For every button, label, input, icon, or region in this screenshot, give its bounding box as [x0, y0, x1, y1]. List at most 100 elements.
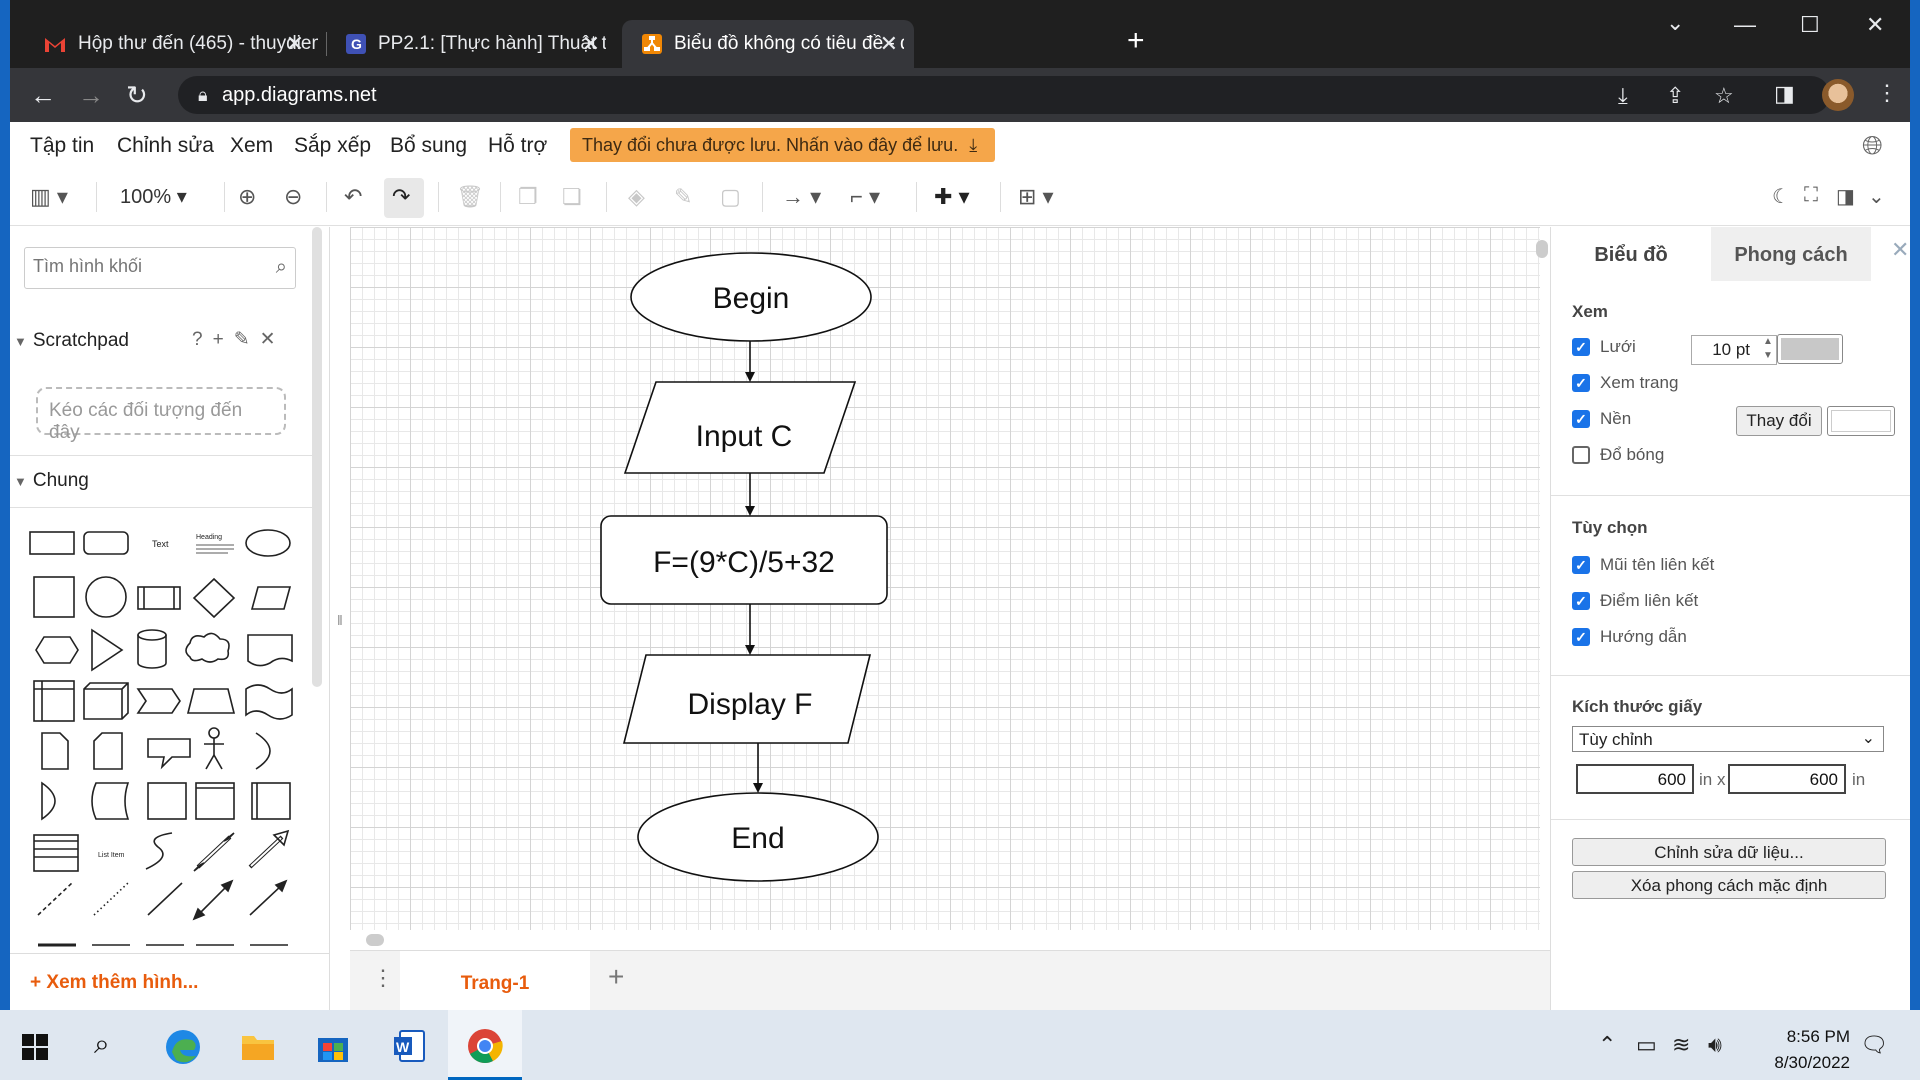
waypoints-icon[interactable]: ⌐ ▾ — [850, 184, 880, 210]
maximize-icon[interactable]: ☐ — [1800, 12, 1820, 38]
chrome-menu-icon[interactable]: ⋮ — [1876, 80, 1898, 106]
file-explorer-icon[interactable] — [240, 1030, 276, 1062]
grid-checkbox[interactable]: ✓ Lưới — [1572, 337, 1636, 357]
language-globe-icon[interactable]: 🌐︎ — [1862, 130, 1883, 162]
shape-trapezoid[interactable] — [186, 688, 236, 714]
shape-list-item[interactable]: List Item — [98, 852, 125, 859]
shape-arrow[interactable] — [248, 829, 290, 869]
shape-cloud[interactable] — [185, 632, 230, 663]
checkbox-checked-icon[interactable]: ✓ — [1572, 410, 1590, 428]
zoom-select[interactable]: 100% ▾ — [120, 184, 187, 209]
shape-diamond[interactable] — [192, 577, 236, 619]
avatar[interactable] — [1822, 79, 1854, 111]
shape-step[interactable] — [136, 688, 181, 714]
shape-circle[interactable] — [85, 576, 127, 618]
checkbox-unchecked-icon[interactable] — [1572, 446, 1590, 464]
shape-bidirectional-arrow[interactable] — [193, 832, 235, 872]
checkbox-checked-icon[interactable]: ✓ — [1572, 556, 1590, 574]
close-icon[interactable]: ✕ — [286, 31, 304, 57]
shape-data-storage[interactable] — [91, 782, 130, 820]
shape-ellipse[interactable] — [245, 529, 291, 557]
undo-icon[interactable]: ↶ — [344, 184, 362, 210]
page-tab-1[interactable]: Trang-1 — [400, 951, 590, 1010]
background-checkbox[interactable]: ✓ Nền — [1572, 409, 1631, 429]
grid-color-swatch[interactable] — [1777, 334, 1843, 364]
page-view-checkbox[interactable]: ✓ Xem trang — [1572, 373, 1678, 393]
tab-diagram[interactable]: Biểu đồ — [1551, 227, 1711, 281]
close-icon[interactable]: ✕ — [260, 329, 286, 350]
edit-data-button[interactable]: Chỉnh sửa dữ liệu... — [1572, 838, 1886, 866]
guides-checkbox[interactable]: ✓ Hướng dẫn — [1572, 627, 1687, 647]
menu-view[interactable]: Xem — [230, 134, 273, 158]
tab-gmail[interactable]: Hộp thư đến (465) - thuydiem17( ✕ — [24, 20, 320, 68]
scratchpad-header[interactable]: ▼ Scratchpad — [14, 330, 129, 352]
paper-height-input[interactable]: 600 — [1728, 764, 1846, 794]
shape-search-input[interactable] — [33, 256, 253, 277]
delete-icon[interactable]: 🗑︎ — [456, 184, 484, 210]
more-shapes-button[interactable]: + Xem thêm hình... — [30, 972, 198, 994]
bookmark-star-icon[interactable]: ☆ — [1714, 83, 1734, 109]
close-icon[interactable]: ✕ — [582, 31, 600, 57]
minimize-icon[interactable]: — — [1734, 12, 1756, 38]
shape-triangle[interactable] — [91, 628, 124, 672]
shape-rect-small[interactable] — [147, 782, 187, 820]
shape-text[interactable]: Text — [152, 539, 169, 549]
format-toggle-icon[interactable]: ◨ — [1836, 184, 1855, 209]
shape-parallelogram[interactable] — [250, 586, 292, 610]
connection-style-icon[interactable]: → ▾ — [782, 184, 821, 210]
shape-rounded-rectangle[interactable] — [83, 531, 129, 555]
insert-plus-icon[interactable]: ✚ ▾ — [934, 184, 970, 210]
install-icon[interactable]: ⤓ — [1618, 83, 1628, 109]
wifi-icon[interactable]: ≋ — [1672, 1032, 1690, 1058]
side-panel-icon[interactable]: ◨ — [1774, 81, 1795, 107]
windows-start-icon[interactable] — [22, 1034, 48, 1060]
address-bar[interactable]: 🔒︎ app.diagrams.net ⤓ ⇪ ☆ — [178, 76, 1830, 114]
menu-file[interactable]: Tập tin — [30, 134, 94, 158]
search-icon[interactable]: ⌕ — [276, 256, 287, 279]
close-panel-icon[interactable]: ✕ — [1891, 237, 1909, 263]
shape-hexagon[interactable] — [35, 636, 79, 664]
shadow-icon[interactable]: ▢ — [720, 184, 741, 210]
shape-cube[interactable] — [83, 682, 129, 720]
checkbox-checked-icon[interactable]: ✓ — [1572, 338, 1590, 356]
clock[interactable]: 8:56 PM 8/30/2022 — [1730, 1024, 1850, 1076]
tab-course[interactable]: G PP2.1: [Thực hành] Thuật toán ga ✕ — [326, 20, 616, 68]
shape-delay[interactable] — [41, 781, 56, 821]
shape-internal-storage[interactable] — [33, 680, 75, 722]
menu-arrange[interactable]: Sắp xếp — [294, 134, 371, 158]
shape-heading[interactable]: Heading — [196, 534, 234, 554]
volume-icon[interactable]: 🔊︎ — [1708, 1032, 1722, 1058]
canvas-vertical-scrollbar[interactable] — [1536, 240, 1548, 258]
shape-list[interactable] — [33, 834, 79, 872]
sidebar-scrollbar[interactable] — [312, 227, 322, 687]
shape-container[interactable] — [195, 782, 235, 820]
sidebar-resize-handle[interactable]: ‖ — [337, 612, 343, 628]
battery-icon[interactable]: ▭ — [1636, 1032, 1657, 1058]
shape-curve[interactable] — [145, 832, 173, 870]
share-icon[interactable]: ⇪ — [1666, 83, 1684, 109]
shape-note[interactable] — [41, 732, 69, 770]
to-back-icon[interactable]: ❏ — [562, 184, 582, 210]
to-front-icon[interactable]: ❐ — [518, 184, 538, 210]
general-header[interactable]: ▼ Chung — [14, 470, 89, 492]
redo-icon[interactable]: ↷ — [392, 184, 410, 210]
shape-rectangle[interactable] — [29, 531, 75, 555]
shadow-checkbox[interactable]: Đổ bóng — [1572, 445, 1664, 465]
menu-help[interactable]: Hỗ trợ — [488, 134, 547, 158]
fullscreen-icon[interactable]: ⛶ — [1804, 184, 1818, 207]
paper-width-input[interactable]: 600 — [1576, 764, 1694, 794]
lock-icon[interactable]: 🔒︎ — [198, 85, 208, 106]
store-icon[interactable] — [316, 1030, 350, 1064]
shape-cylinder[interactable] — [137, 629, 167, 669]
back-icon[interactable]: ← — [30, 80, 56, 111]
help-icon[interactable]: ? — [192, 329, 213, 350]
spinner-arrows-icon[interactable]: ▲ ▼ — [1763, 335, 1773, 363]
checkbox-checked-icon[interactable]: ✓ — [1572, 374, 1590, 392]
new-tab-icon[interactable]: + — [1127, 24, 1145, 58]
canvas-horizontal-scrollbar[interactable] — [366, 934, 384, 946]
chevron-up-icon[interactable]: ⌃ — [1598, 1032, 1616, 1058]
collapse-chevron-icon[interactable]: ⌄ — [1868, 184, 1885, 209]
reload-icon[interactable]: ↻ — [126, 80, 148, 111]
shape-document[interactable] — [247, 634, 293, 667]
add-page-icon[interactable]: + — [608, 961, 624, 993]
